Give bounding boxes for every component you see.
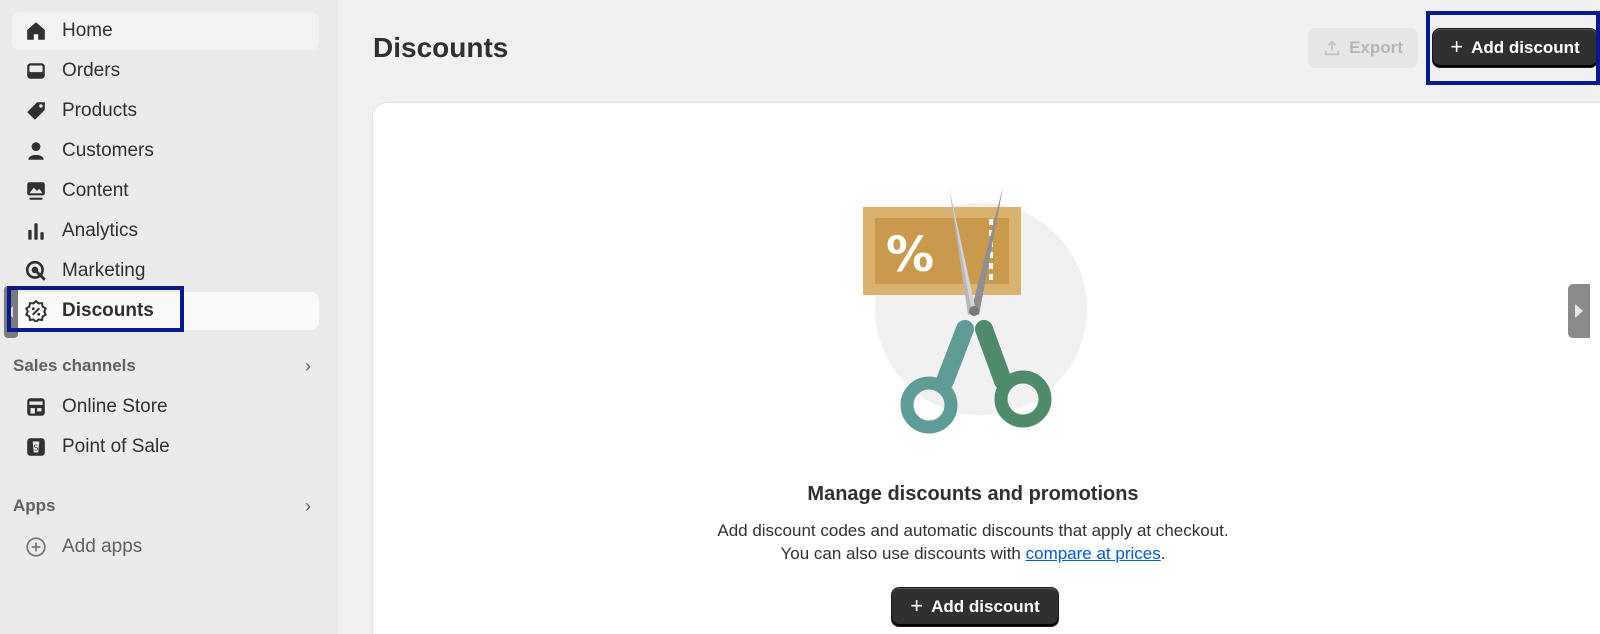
- export-label: Export: [1349, 38, 1403, 57]
- sidebar-item-online-store[interactable]: Online Store: [12, 388, 319, 426]
- add-discount-button-empty-state[interactable]: + Add discount: [891, 587, 1059, 627]
- sidebar-collapse-handle[interactable]: [4, 286, 18, 338]
- sidebar-item-label: Products: [62, 100, 137, 121]
- scissors-coupon-illustration: %: [863, 187, 1087, 434]
- person-icon: [25, 140, 47, 162]
- page-title: Discounts: [373, 32, 509, 63]
- image-icon: [25, 180, 47, 202]
- sidebar-item-add-apps[interactable]: Add apps: [12, 528, 319, 566]
- section-title: Sales channels: [13, 356, 136, 375]
- sidebar-item-label: Home: [62, 20, 113, 41]
- sidebar-item-label: Online Store: [62, 396, 168, 417]
- description-line-2-suffix: .: [1160, 544, 1166, 563]
- sidebar-item-point-of-sale[interactable]: S Point of Sale: [12, 428, 319, 466]
- sidebar-item-label: Analytics: [62, 220, 139, 241]
- plus-icon: +: [1450, 34, 1464, 59]
- sidebar-item-label: Add apps: [62, 536, 143, 557]
- sidebar-item-customers[interactable]: Customers: [12, 132, 319, 170]
- sidebar-item-label: Marketing: [62, 260, 146, 281]
- svg-text:S: S: [34, 443, 39, 452]
- add-discount-label: Add discount: [1471, 38, 1580, 57]
- chevron-right-icon: ›: [305, 495, 311, 516]
- sidebar-item-label: Content: [62, 180, 129, 201]
- home-icon: [25, 20, 47, 42]
- sales-channels-header[interactable]: Sales channels ›: [12, 350, 319, 382]
- tag-icon: [25, 100, 47, 122]
- sidebar-item-label: Discounts: [62, 300, 154, 321]
- sidebar-item-marketing[interactable]: Marketing: [12, 252, 319, 290]
- sidebar-item-label: Orders: [62, 60, 121, 81]
- plus-icon: +: [910, 593, 924, 618]
- sidebar-item-label: Customers: [62, 140, 154, 161]
- sidebar-item-content[interactable]: Content: [12, 172, 319, 210]
- apps-header[interactable]: Apps ›: [12, 490, 319, 522]
- discounts-empty-state-card: % Manage discounts and promotions Add di…: [373, 103, 1600, 634]
- add-discount-button-header[interactable]: + Add discount: [1432, 28, 1598, 68]
- add-discount-label: Add discount: [931, 597, 1040, 616]
- app-root: Home Orders Products Customers Content A…: [0, 0, 1600, 634]
- store-icon: [25, 396, 47, 418]
- chevron-right-icon: ›: [305, 355, 311, 376]
- main-content: Discounts Export + Add discount % Manage…: [338, 0, 1600, 634]
- empty-state-heading: Manage discounts and promotions: [807, 483, 1139, 505]
- section-title: Apps: [13, 496, 56, 515]
- plus-circle-icon: [25, 536, 47, 558]
- sidebar-item-home[interactable]: Home: [12, 12, 319, 50]
- bar-chart-icon: [25, 220, 47, 242]
- sidebar-item-products[interactable]: Products: [12, 92, 319, 130]
- compare-at-prices-link[interactable]: compare at prices: [1026, 544, 1161, 563]
- svg-text:%: %: [886, 227, 934, 283]
- right-panel-toggle[interactable]: [1568, 284, 1590, 338]
- sidebar-item-orders[interactable]: Orders: [12, 52, 319, 90]
- export-button[interactable]: Export: [1308, 28, 1418, 68]
- sidebar-item-label: Point of Sale: [62, 436, 170, 457]
- sidebar: Home Orders Products Customers Content A…: [0, 0, 338, 634]
- pos-icon: S: [25, 436, 47, 458]
- description-line-1: Add discount codes and automatic discoun…: [717, 521, 1229, 540]
- sidebar-item-analytics[interactable]: Analytics: [12, 212, 319, 250]
- upload-icon: [1324, 40, 1340, 56]
- discount-badge-icon: [25, 300, 47, 322]
- description-line-2-prefix: You can also use discounts with: [780, 544, 1026, 563]
- target-icon: [25, 260, 47, 282]
- sidebar-item-discounts[interactable]: Discounts: [12, 292, 319, 330]
- inbox-icon: [25, 60, 47, 82]
- empty-state-description: Add discount codes and automatic discoun…: [373, 519, 1573, 565]
